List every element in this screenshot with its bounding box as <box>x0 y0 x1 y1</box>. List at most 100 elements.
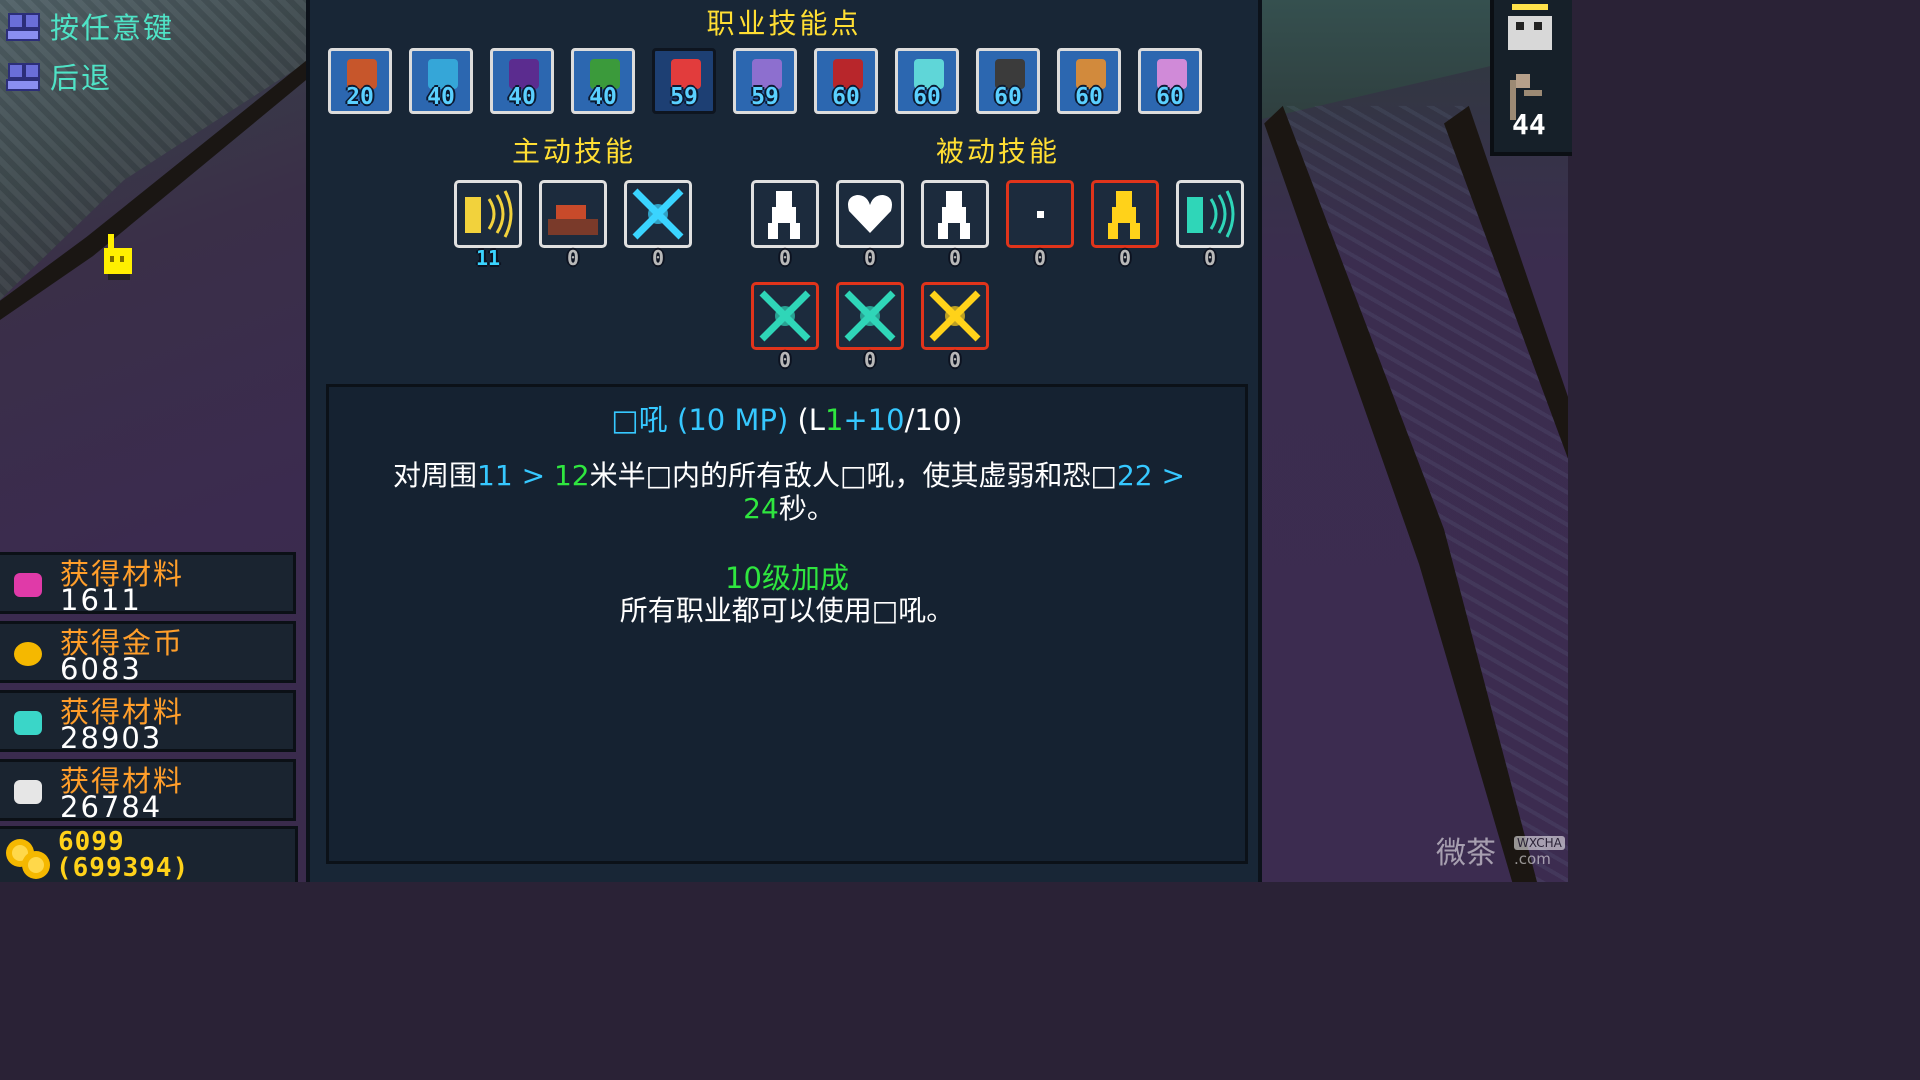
skill-level: 0 <box>778 348 792 372</box>
cyan-gem-icon <box>14 711 42 735</box>
class-slot-spirit[interactable]: 60 <box>895 48 959 114</box>
skill-level: 0 <box>566 246 580 270</box>
skill-level: 0 <box>1118 246 1132 270</box>
skill-strength[interactable] <box>921 180 989 248</box>
skill-level: 0 <box>651 246 665 270</box>
skill-mp-cost: (10 MP) <box>677 403 789 437</box>
class-selector: 20 40 40 40 59 59 60 60 60 60 60 <box>328 48 1202 114</box>
class-level: 60 <box>913 84 941 110</box>
gold-coin-icon <box>14 642 42 666</box>
skill-campfire[interactable] <box>539 180 607 248</box>
skill-heart[interactable] <box>836 180 904 248</box>
gold-burst-icon <box>929 290 981 342</box>
skill-blast[interactable] <box>624 180 692 248</box>
class-level: 40 <box>508 84 536 110</box>
skill-title: □吼 (10 MP) (L1+10/10) <box>329 397 1245 439</box>
golden-figure-icon <box>1108 191 1140 239</box>
blast-icon <box>632 188 684 240</box>
keyboard-icon <box>6 61 40 91</box>
shout-icon <box>465 190 513 238</box>
skill-level-base: 1 <box>824 403 844 437</box>
campfire-icon <box>548 205 598 235</box>
skill-level-bonus: +10 <box>843 403 905 437</box>
skill-echo[interactable] <box>1176 180 1244 248</box>
runner-icon <box>768 191 800 239</box>
white-stone-icon <box>14 780 42 804</box>
skill-name: □吼 <box>611 403 668 437</box>
class-level: 60 <box>994 84 1022 110</box>
skill-description-box: □吼 (10 MP) (L1+10/10) 对周围11 > 12米半□内的所有敌… <box>326 384 1248 864</box>
body-duration-current: 22 > <box>1116 459 1185 492</box>
class-slot-monk[interactable]: 60 <box>976 48 1040 114</box>
class-level: 60 <box>1075 84 1103 110</box>
keyboard-icon <box>6 11 40 41</box>
class-level: 59 <box>670 84 698 110</box>
rainbow-material-icon <box>14 573 42 597</box>
hint-back-label: 后退 <box>50 61 113 95</box>
skill-level: 0 <box>1033 246 1047 270</box>
hint-back[interactable]: 后退 <box>6 55 112 97</box>
class-slot-mage[interactable]: 40 <box>490 48 554 114</box>
active-skills-title: 主动技能 <box>512 135 637 168</box>
body-pre: 对周围 <box>393 459 478 492</box>
watermark: 微茶 WXCHA .com <box>1436 828 1565 872</box>
skill-level: 0 <box>863 246 877 270</box>
echo-icon <box>1187 190 1235 238</box>
ice-burst-icon <box>844 290 896 342</box>
hint-any-key[interactable]: 按任意键 <box>6 5 174 47</box>
skill-dot[interactable] <box>1006 180 1074 248</box>
skill-level: 0 <box>1203 246 1217 270</box>
skill-runner[interactable] <box>751 180 819 248</box>
watermark-domain: .com <box>1514 850 1551 868</box>
passive-skills-title: 被动技能 <box>936 135 1061 168</box>
body-range-current: 11 > <box>477 459 546 492</box>
class-slot-ninja[interactable]: 60 <box>814 48 878 114</box>
body-mid: 米半□内的所有敌人□吼，使其虚弱和恐□ <box>589 459 1117 492</box>
hint-any-key-label: 按任意键 <box>50 11 175 45</box>
class-level: 20 <box>346 84 374 110</box>
watermark-text: 微茶 <box>1436 836 1496 871</box>
class-level: 40 <box>589 84 617 110</box>
loot-value: 6083 <box>60 652 142 686</box>
body-post: 秒。 <box>778 492 835 525</box>
class-level: 60 <box>1156 84 1184 110</box>
class-slot-jester[interactable]: 59 <box>652 48 716 114</box>
class-slot-octopus[interactable]: 60 <box>1138 48 1202 114</box>
skill-level: 0 <box>948 246 962 270</box>
panel-title: 职业技能点 <box>706 7 862 40</box>
class-slot-druid[interactable]: 60 <box>1057 48 1121 114</box>
loot-entry: 获得材料 26784 <box>0 759 296 824</box>
skill-level: 0 <box>778 246 792 270</box>
skill-gold-burst[interactable] <box>921 282 989 350</box>
body-duration-next: 24 <box>743 492 779 525</box>
ground-burst-icon <box>759 290 811 342</box>
skill-level-max: /10) <box>904 403 963 437</box>
pointer-hand-cursor-icon <box>104 234 132 280</box>
skill-golden-figure[interactable] <box>1091 180 1159 248</box>
skill-ice-burst[interactable] <box>836 282 904 350</box>
gold-total-box: 6099 (699394) <box>0 826 298 883</box>
player-level: 44 <box>1512 108 1546 141</box>
bonus-text: 所有职业都可以使用□吼。 <box>619 594 955 627</box>
class-slot-knight[interactable]: 40 <box>409 48 473 114</box>
gold-coins-icon <box>6 839 50 879</box>
skill-level: 0 <box>863 348 877 372</box>
class-level: 40 <box>427 84 455 110</box>
heart-icon <box>848 195 892 233</box>
body-range-next: 12 <box>553 459 590 492</box>
class-slot-ranger[interactable]: 40 <box>571 48 635 114</box>
skill-level-prefix: (L <box>797 403 825 437</box>
skill-shout[interactable] <box>454 180 522 248</box>
strength-icon <box>938 191 970 239</box>
class-slot-priest[interactable]: 59 <box>733 48 797 114</box>
loot-entry: 获得材料 1611 <box>0 552 296 617</box>
class-level: 59 <box>751 84 779 110</box>
watermark-badge: WXCHA <box>1514 836 1565 850</box>
class-slot-warrior[interactable]: 20 <box>328 48 392 114</box>
loot-value: 26784 <box>60 790 163 824</box>
skill-level: 0 <box>948 348 962 372</box>
class-level: 60 <box>832 84 860 110</box>
skill-ground-burst[interactable] <box>751 282 819 350</box>
gold-total: (699394) <box>56 853 190 883</box>
loot-value: 28903 <box>60 721 163 755</box>
